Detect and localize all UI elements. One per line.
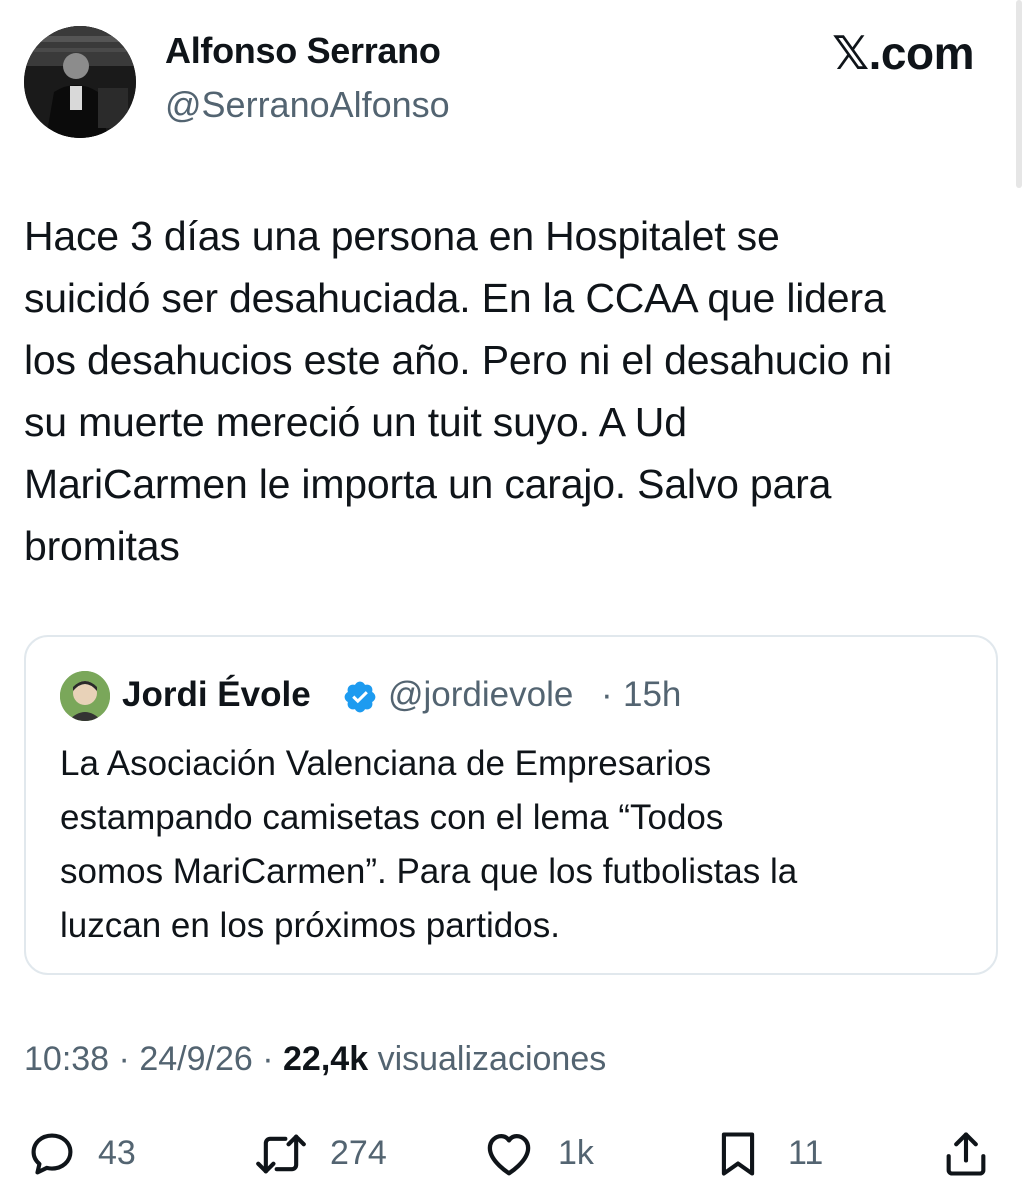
tweet-time[interactable]: 10:38 (24, 1040, 109, 1078)
meta-separator: · (118, 1040, 130, 1078)
like-count: 1k (558, 1134, 594, 1172)
reply-button[interactable]: 43 (26, 1128, 166, 1178)
author-avatar[interactable] (24, 26, 136, 138)
tweet-meta: 10:38 · 24/9/26 · 22,4k visualizaciones (24, 1040, 606, 1079)
views-count: 22,4k (283, 1040, 369, 1078)
quoted-display-name[interactable]: Jordi Évole (122, 675, 311, 715)
share-icon (946, 1132, 986, 1176)
repost-icon (256, 1134, 306, 1174)
action-bar: 43 274 1k 11 (0, 1120, 1024, 1184)
reply-icon (31, 1133, 73, 1175)
author-handle[interactable]: @SerranoAlfonso (165, 84, 450, 126)
quoted-separator: · (601, 675, 613, 714)
x-brand-logo: 𝕏.com (832, 27, 974, 79)
views-label: visualizaciones (377, 1040, 607, 1078)
scrollbar[interactable] (1016, 0, 1022, 188)
heart-icon (487, 1133, 531, 1176)
verified-badge-icon (342, 679, 378, 715)
quoted-tweet-card[interactable]: Jordi Évole @jordievole · 15h La Asociac… (24, 635, 998, 975)
repost-button[interactable]: 274 (252, 1128, 402, 1178)
quoted-author-avatar[interactable] (60, 671, 110, 721)
quoted-handle[interactable]: @jordievole (388, 675, 573, 715)
bookmark-icon (721, 1132, 755, 1176)
quoted-tweet-text: La Asociación Valenciana de Empresarios … (60, 744, 798, 945)
tweet-date[interactable]: 24/9/26 (139, 1040, 252, 1078)
meta-separator: · (262, 1040, 274, 1078)
share-button[interactable] (942, 1128, 992, 1178)
tweet-text: Hace 3 días una persona en Hospitalet se… (24, 213, 892, 569)
reply-count: 43 (98, 1134, 136, 1172)
like-button[interactable]: 1k (482, 1128, 612, 1178)
quoted-timestamp[interactable]: 15h (623, 675, 681, 715)
bookmark-count: 11 (788, 1134, 824, 1172)
repost-count: 274 (330, 1134, 387, 1172)
bookmark-button[interactable]: 11 (716, 1128, 836, 1178)
author-display-name[interactable]: Alfonso Serrano (165, 30, 441, 72)
